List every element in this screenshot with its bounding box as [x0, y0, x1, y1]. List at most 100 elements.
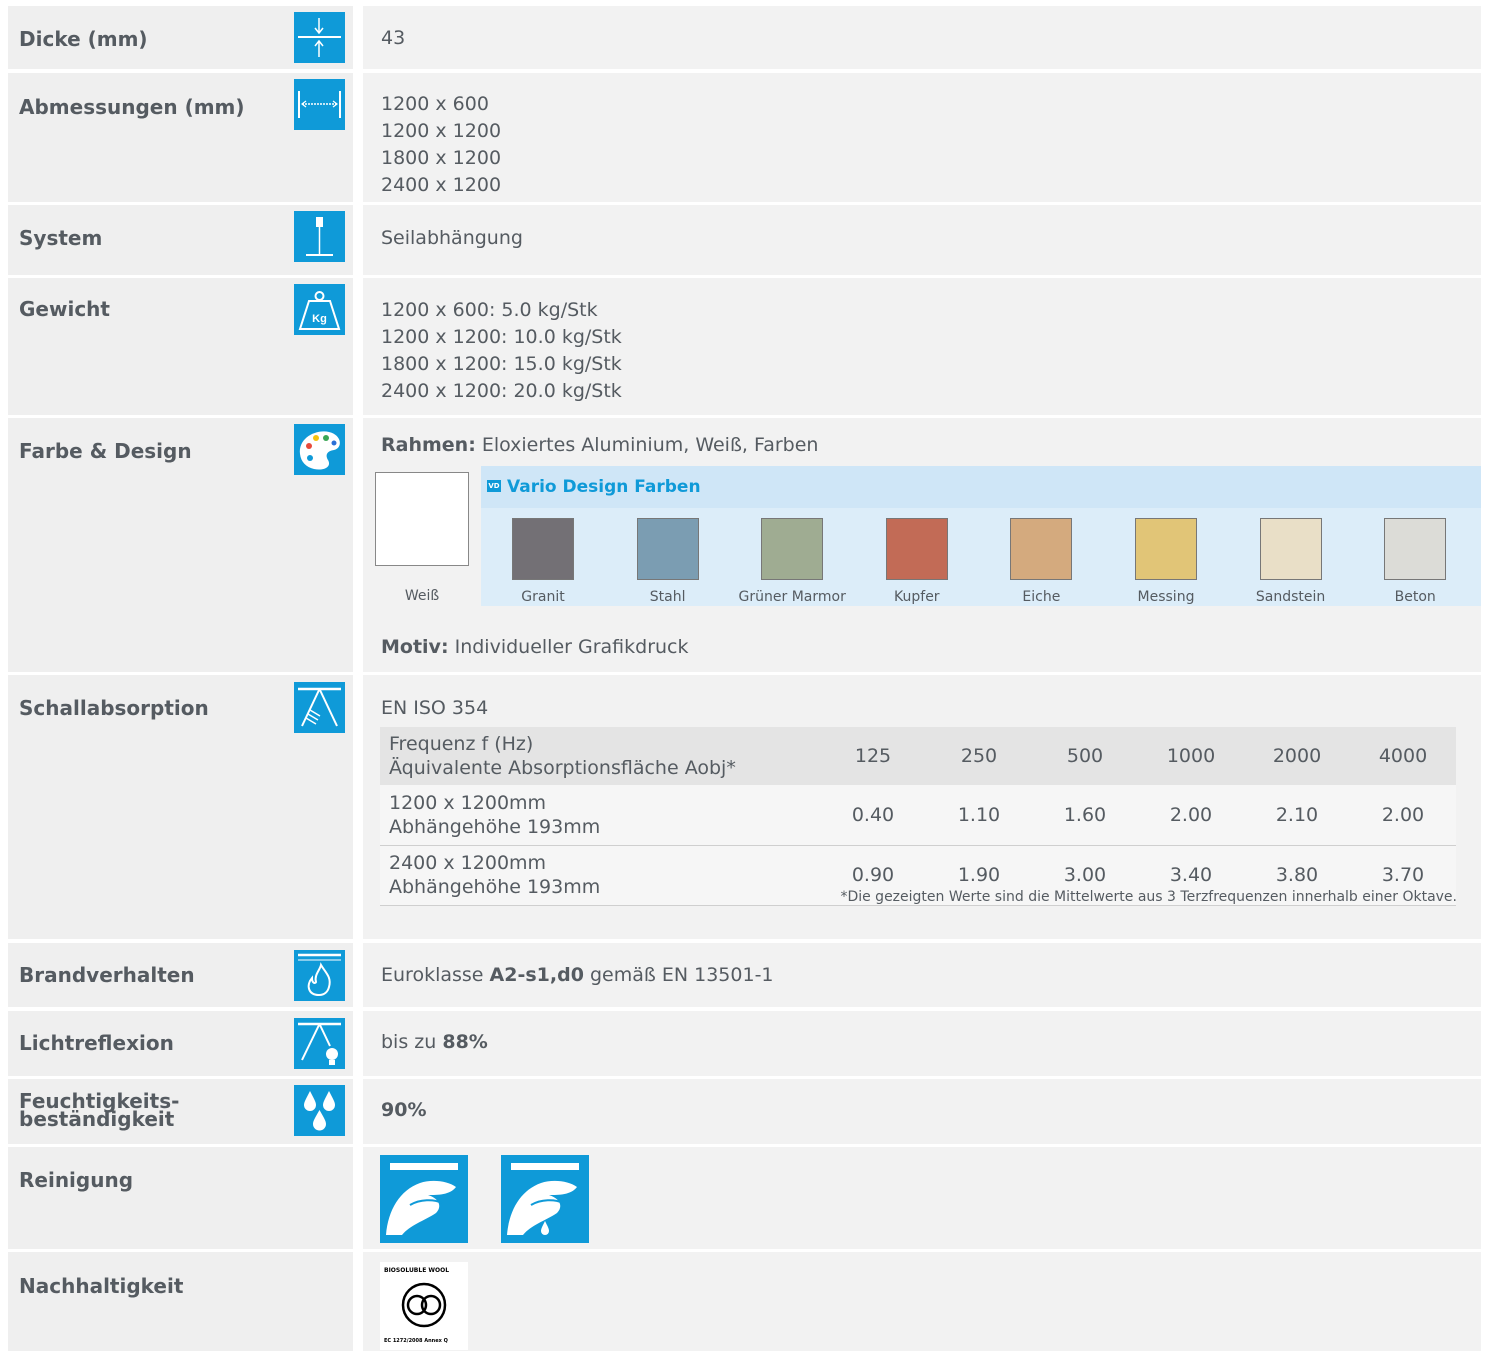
row-label-line2: Abhängehöhe 193mm: [389, 815, 601, 838]
color-swatch: [885, 518, 948, 580]
value-cell: 43: [363, 6, 1481, 69]
color-swatch: [636, 518, 699, 580]
frequency-header: 2000: [1244, 727, 1350, 785]
humidity-icon: [294, 1085, 345, 1136]
row-label: Reinigung: [19, 1168, 134, 1192]
color-label: Grüner Marmor: [738, 589, 846, 605]
row-label-line2: Abhängehöhe 193mm: [389, 876, 601, 898]
weight-icon: Kg: [294, 284, 345, 335]
wet-cleaning-icon: [501, 1155, 589, 1243]
label-cell: Lichtreflexion: [8, 1011, 353, 1076]
row-system: System Seilabhängung: [8, 205, 1481, 275]
row-gewicht: Gewicht Kg 1200 x 600: 5.0 kg/Stk 1200 x…: [8, 278, 1481, 415]
row-value: Seilabhängung: [381, 227, 523, 249]
table-header-row: Frequenz f (Hz) Äquivalente Absorptionsf…: [380, 727, 1456, 785]
dimensions-icon: [294, 79, 345, 130]
suspension-icon: [294, 211, 345, 262]
vario-design-panel: VD Vario Design Farben Granit Stahl Grüner…: [481, 466, 1481, 606]
color-label-white: Weiß: [404, 588, 440, 604]
frequency-header: 500: [1032, 727, 1138, 785]
eco-logo-mark: [401, 1282, 447, 1328]
row-label: Dicke (mm): [19, 27, 148, 51]
value-cell: 90%: [363, 1079, 1481, 1144]
feucht-value: 90%: [381, 1099, 427, 1121]
dry-cleaning-icon: [380, 1155, 468, 1243]
row-label: Farbe & Design: [19, 439, 192, 463]
palette-icon: [294, 424, 345, 475]
vario-design-title: Vario Design Farben: [507, 477, 701, 497]
row-label-line1: 1200 x 1200mm: [389, 791, 547, 814]
label-cell: System: [8, 205, 353, 275]
label-cell: Schallabsorption: [8, 675, 353, 939]
table-row: 1200 x 1200mm Abhängehöhe 193mm 0.40 1.10 1.…: [380, 785, 1456, 846]
absorption-value: 1.10: [926, 785, 1032, 846]
row-reinigung: Reinigung: [8, 1147, 1481, 1249]
absorption-value: 0.40: [820, 785, 926, 846]
absorption-value: 2.10: [1244, 785, 1350, 846]
row-label-line2: beständigkeit: [19, 1107, 175, 1131]
footnote: *Die gezeigten Werte sind die Mittelwert…: [840, 889, 1457, 905]
color-label: Beton: [1394, 589, 1436, 605]
absorption-value: 1.60: [1032, 785, 1138, 846]
frequency-header: 250: [926, 727, 1032, 785]
row-abmessungen: Abmessungen (mm) 1200 x 600 1200 x 1200 …: [8, 73, 1481, 202]
header-line2: Äquivalente Absorptionsfläche Aobj*: [389, 757, 736, 779]
color-label: Kupfer: [894, 589, 940, 605]
standard-text: EN ISO 354: [381, 697, 489, 719]
motiv-line: Motiv: Individueller Grafikdruck: [381, 634, 689, 661]
label-cell: Abmessungen (mm): [8, 73, 353, 202]
biosoluble-wool-logo: BIOSOLUBLE WOOL EC 1272/2008 Annex Q: [380, 1262, 468, 1350]
color-swatch: [1010, 518, 1073, 580]
absorption-table: Frequenz f (Hz) Äquivalente Absorptionsf…: [380, 727, 1456, 906]
row-value: 1200 x 600 1200 x 1200 1800 x 1200 2400 …: [381, 93, 502, 196]
licht-value: 88%: [442, 1031, 488, 1053]
weight-icon-text: Kg: [312, 313, 327, 325]
value-cell: 1200 x 600: 5.0 kg/Stk 1200 x 1200: 10.0…: [363, 278, 1481, 415]
row-label: Lichtreflexion: [19, 1031, 174, 1055]
row-brand: Brandverhalten Euroklasse A2-s1,d0 gemäß…: [8, 943, 1481, 1007]
color-swatch-white: [375, 472, 469, 566]
value-cell: 1200 x 600 1200 x 1200 1800 x 1200 2400 …: [363, 73, 1481, 202]
licht-line: bis zu 88%: [381, 1029, 488, 1056]
color-label: Sandstein: [1255, 589, 1326, 605]
value-cell: Seilabhängung: [363, 205, 1481, 275]
color-label: Stahl: [649, 589, 686, 605]
brand-prefix: Euroklasse: [381, 964, 490, 986]
row-licht: Lichtreflexion bis zu 88%: [8, 1011, 1481, 1076]
row-schall: Schallabsorption EN ISO 354 Frequenz f (…: [8, 675, 1481, 939]
vario-design-badge-icon: VD: [487, 480, 501, 492]
row-value: 43: [381, 27, 406, 49]
label-cell: Nachhaltigkeit: [8, 1252, 353, 1351]
color-swatch: [761, 518, 824, 580]
value-cell: bis zu 88%: [363, 1011, 1481, 1076]
row-farbe: Farbe & Design Rahmen: Eloxiertes Alumin…: [8, 418, 1481, 672]
label-cell: Dicke (mm): [8, 6, 353, 69]
row-value: 1200 x 600: 5.0 kg/Stk 1200 x 1200: 10.0…: [381, 299, 622, 402]
value-cell: Euroklasse A2-s1,d0 gemäß EN 13501-1: [363, 943, 1481, 1007]
row-label-cell: 1200 x 1200mm Abhängehöhe 193mm: [380, 785, 820, 846]
color-swatch: [1384, 518, 1447, 580]
thickness-icon: [294, 12, 345, 63]
row-label: Gewicht: [19, 297, 110, 321]
row-label-cell: 2400 x 1200mm Abhängehöhe 193mm: [380, 845, 820, 906]
brand-suffix: gemäß EN 13501-1: [583, 964, 774, 986]
label-cell: Feuchtigkeits- beständigkeit: [8, 1079, 353, 1144]
absorption-value: 2.00: [1138, 785, 1244, 846]
brand-klasse: A2-s1,d0: [489, 964, 584, 986]
color-swatch: [1135, 518, 1197, 580]
value-cell: BIOSOLUBLE WOOL EC 1272/2008 Annex Q: [363, 1252, 1481, 1351]
row-label: Abmessungen (mm): [19, 95, 245, 119]
absorption-value: 2.00: [1350, 785, 1456, 846]
motiv-label: Motiv:: [381, 636, 449, 658]
fire-icon: [294, 950, 345, 1001]
row-label: System: [19, 226, 103, 250]
row-dicke: Dicke (mm) 43: [8, 6, 1481, 69]
color-label: Eiche: [1022, 589, 1061, 605]
header-label: Frequenz f (Hz) Äquivalente Absorptionsf…: [380, 727, 820, 785]
sound-absorption-icon: [294, 682, 345, 733]
light-reflection-icon: [294, 1018, 345, 1069]
label-cell: Reinigung: [8, 1147, 353, 1249]
frequency-header: 4000: [1350, 727, 1456, 785]
frequency-header: 1000: [1138, 727, 1244, 785]
motiv-value: Individueller Grafikdruck: [448, 636, 689, 658]
